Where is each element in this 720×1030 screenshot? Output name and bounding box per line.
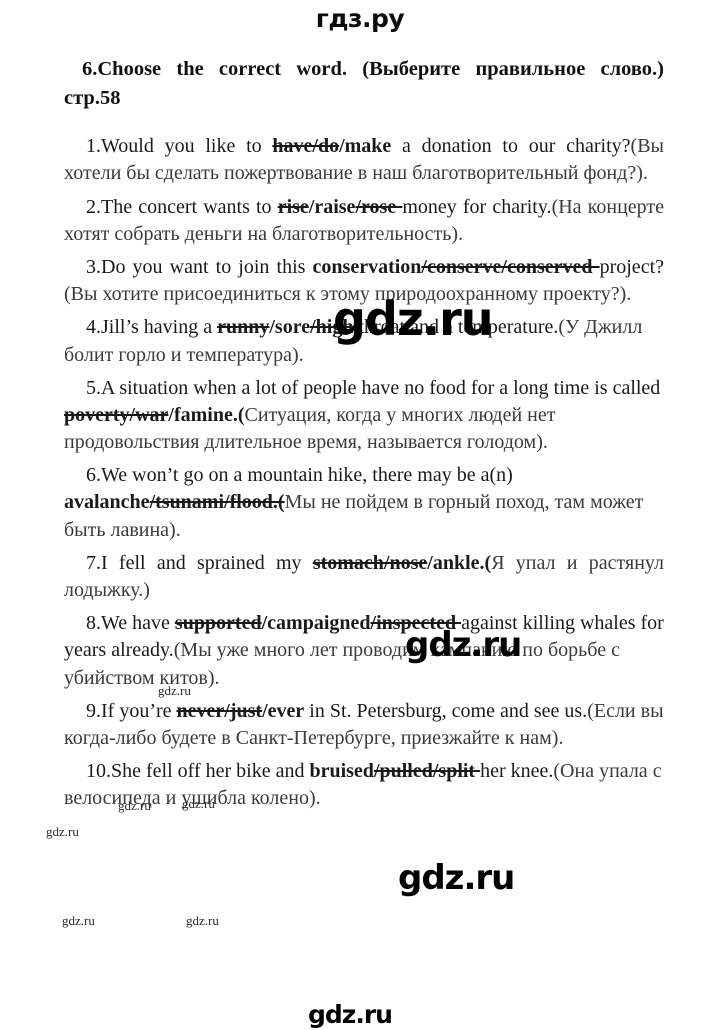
document-body: 6.Choose the correct word. (Выберите пра…	[64, 55, 664, 819]
question-number: 5.	[86, 376, 101, 399]
task-title: 6.Choose the correct word. (Выберите пра…	[64, 58, 664, 110]
question-number: 3.	[86, 255, 101, 278]
question-item-5: 5.A situation when a lot of people have …	[64, 375, 664, 457]
question-number: 10.	[86, 760, 111, 783]
question-pre: Do you want to join this	[101, 255, 313, 278]
question-pre: We won’t go on a mountain hike, there ma…	[101, 464, 513, 487]
correct-option: avalanche	[64, 491, 150, 514]
struck-option: /pulled/split	[373, 760, 481, 783]
question-number: 6.	[86, 464, 101, 487]
question-pre: I fell and sprained my	[101, 551, 313, 574]
question-number: 8.	[86, 612, 101, 635]
question-translation: (Вы хотите присоединиться к этому природ…	[64, 283, 632, 306]
question-item-8: 8.We have supported/campaigned/inspected…	[64, 610, 664, 692]
watermark-gdz-ru: gdz.ru	[46, 824, 79, 839]
correct-option: /campaigned	[261, 612, 371, 635]
question-number: 4.	[86, 316, 101, 339]
watermark-gdz-ru: gdz.ru	[186, 913, 219, 928]
question-item-1: 1.Would you like to have/do/make a donat…	[64, 133, 664, 187]
question-number: 9.	[86, 699, 101, 722]
question-item-2: 2.The concert wants to rise/raise/rose m…	[64, 194, 664, 248]
correct-option: /raise	[308, 195, 356, 218]
struck-option: runny	[217, 316, 270, 339]
correct-option: /ever	[262, 699, 305, 722]
question-item-7: 7.I fell and sprained my stomach/nose/an…	[64, 550, 664, 604]
question-item-6: 6.We won’t go on a mountain hike, there …	[64, 462, 664, 544]
question-post: her knee.	[480, 760, 554, 783]
correct-option: bruised	[309, 760, 374, 783]
struck-option-2: /rose	[355, 195, 403, 218]
question-pre: We have	[101, 612, 175, 635]
question-item-9: 9.If you’re never/just/ever in St. Peter…	[64, 698, 664, 752]
correct-option: /ankle.(	[427, 551, 492, 574]
struck-option: /conserve/conserved	[421, 255, 600, 278]
question-post: in St. Petersburg, come and see us.	[304, 699, 588, 722]
question-post: a donation to our charity?	[391, 135, 631, 158]
watermark-gdz-ru-footer: gdz.ru	[308, 1000, 393, 1029]
struck-option-2: /inspected	[370, 612, 462, 635]
struck-option: never/just	[176, 699, 263, 722]
question-number: 1.	[86, 135, 101, 158]
question-number: 2.	[86, 195, 101, 218]
question-item-4: 4.Jill’s having a runny/sore/high throat…	[64, 314, 664, 368]
correct-option: /make	[339, 135, 392, 158]
question-item-10: 10.She fell off her bike and bruised/pul…	[64, 758, 664, 812]
question-post: project?	[599, 255, 664, 278]
site-logo[interactable]: гдз.ру	[0, 4, 720, 33]
page-root: { "site": { "logo_top": "гдз.ру", "logo_…	[0, 0, 720, 1030]
question-pre: The concert wants to	[101, 195, 278, 218]
correct-option: conservation	[312, 255, 422, 278]
struck-option: rise	[277, 195, 309, 218]
struck-option: supported	[174, 612, 262, 635]
question-pre: A situation when a lot of people have no…	[101, 376, 661, 399]
correct-option: /famine.(	[168, 403, 245, 426]
struck-option-2: /high	[310, 316, 359, 339]
struck-option: have/do	[272, 135, 340, 158]
struck-option: poverty/war	[64, 403, 169, 426]
correct-option: /sore	[269, 316, 311, 339]
struck-option: stomach/nose	[312, 551, 428, 574]
question-pre: She fell off her bike and	[111, 760, 310, 783]
question-pre: If you’re	[101, 699, 177, 722]
question-list: 1.Would you like to have/do/make a donat…	[64, 133, 664, 812]
question-pre: Would you like to	[101, 135, 273, 158]
question-pre: Jill’s having a	[101, 316, 218, 339]
question-item-3: 3.Do you want to join this conservation/…	[64, 254, 664, 308]
struck-option: /tsunami/flood.(	[149, 491, 285, 514]
watermark-gdz-ru: gdz.ru	[62, 913, 95, 928]
question-post: money for charity.	[402, 195, 552, 218]
question-number: 7.	[86, 551, 101, 574]
watermark-gdz-ru: gdz.ru	[398, 858, 515, 898]
question-post: throat and a temperature.	[358, 316, 559, 339]
